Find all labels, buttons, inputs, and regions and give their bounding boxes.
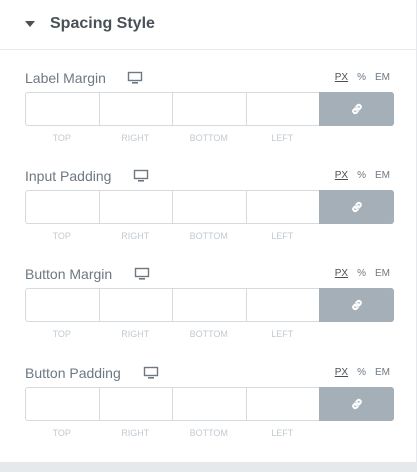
label-top: TOP: [52, 133, 71, 143]
top-input[interactable]: [25, 190, 99, 224]
label-right: RIGHT: [121, 329, 150, 339]
dimensions-inputs: [25, 92, 394, 126]
link-values-button[interactable]: [319, 190, 394, 224]
right-input[interactable]: [98, 190, 172, 224]
top-input[interactable]: [25, 288, 99, 322]
top-input[interactable]: [25, 92, 99, 126]
link-values-button[interactable]: [319, 92, 394, 126]
link-icon: [351, 103, 362, 115]
spacing-style-panel: Spacing Style Label Margin PX % EM TOP R…: [0, 0, 417, 462]
desktop-icon[interactable]: [133, 169, 149, 183]
control-label-margin: Label Margin PX % EM TOP RIGHT BOTTOM LE…: [0, 70, 416, 160]
dimension-labels: TOP RIGHT BOTTOM LEFT: [25, 133, 319, 143]
unit-switcher: PX % EM: [335, 72, 390, 84]
section-header[interactable]: Spacing Style: [0, 0, 416, 50]
unit-px[interactable]: PX: [335, 72, 348, 84]
left-input[interactable]: [245, 288, 319, 322]
bottom-input[interactable]: [172, 387, 246, 421]
unit-percent[interactable]: %: [357, 268, 366, 280]
link-values-button[interactable]: [319, 288, 394, 322]
control-input-padding: Input Padding PX % EM TOP RIGHT BOTTOM L…: [0, 168, 416, 258]
unit-em[interactable]: EM: [375, 367, 390, 379]
desktop-icon[interactable]: [127, 71, 143, 85]
dimension-labels: TOP RIGHT BOTTOM LEFT: [25, 329, 319, 339]
control-button-padding: Button Padding PX % EM TOP RIGHT BOTTOM …: [0, 365, 416, 455]
label-left: LEFT: [271, 329, 294, 339]
bottom-input[interactable]: [172, 92, 246, 126]
desktop-icon[interactable]: [143, 366, 159, 380]
label-top: TOP: [52, 428, 71, 438]
caret-down-icon[interactable]: [25, 21, 35, 27]
label-left: LEFT: [271, 133, 294, 143]
left-input[interactable]: [245, 387, 319, 421]
link-icon: [351, 201, 362, 213]
label-right: RIGHT: [121, 133, 150, 143]
dimensions-inputs: [25, 387, 394, 421]
label-bottom: BOTTOM: [189, 231, 228, 241]
label-top: TOP: [52, 231, 71, 241]
next-section-divider: [0, 462, 417, 472]
label-right: RIGHT: [121, 231, 150, 241]
label-right: RIGHT: [121, 428, 150, 438]
unit-switcher: PX % EM: [335, 170, 390, 182]
unit-percent[interactable]: %: [357, 367, 366, 379]
desktop-icon[interactable]: [134, 267, 150, 281]
unit-switcher: PX % EM: [335, 367, 390, 379]
right-input[interactable]: [98, 387, 172, 421]
control-label: Label Margin: [25, 70, 106, 86]
dimension-labels: TOP RIGHT BOTTOM LEFT: [25, 428, 319, 438]
link-icon: [351, 398, 362, 410]
left-input[interactable]: [245, 190, 319, 224]
unit-em[interactable]: EM: [375, 170, 390, 182]
unit-percent[interactable]: %: [357, 170, 366, 182]
bottom-input[interactable]: [172, 288, 246, 322]
unit-em[interactable]: EM: [375, 72, 390, 84]
right-input[interactable]: [98, 288, 172, 322]
label-bottom: BOTTOM: [189, 428, 228, 438]
unit-em[interactable]: EM: [375, 268, 390, 280]
top-input[interactable]: [25, 387, 99, 421]
label-left: LEFT: [271, 231, 294, 241]
label-bottom: BOTTOM: [189, 133, 228, 143]
link-values-button[interactable]: [319, 387, 394, 421]
bottom-input[interactable]: [172, 190, 246, 224]
unit-px[interactable]: PX: [335, 367, 348, 379]
left-input[interactable]: [245, 92, 319, 126]
unit-px[interactable]: PX: [335, 268, 348, 280]
control-button-margin: Button Margin PX % EM TOP RIGHT BOTTOM L…: [0, 266, 416, 356]
control-label: Input Padding: [25, 168, 112, 184]
right-input[interactable]: [98, 92, 172, 126]
label-left: LEFT: [271, 428, 294, 438]
unit-px[interactable]: PX: [335, 170, 348, 182]
label-top: TOP: [52, 329, 71, 339]
control-label: Button Padding: [25, 365, 121, 381]
link-icon: [351, 299, 362, 311]
dimension-labels: TOP RIGHT BOTTOM LEFT: [25, 231, 319, 241]
dimensions-inputs: [25, 190, 394, 224]
control-label: Button Margin: [25, 266, 113, 282]
dimensions-inputs: [25, 288, 394, 322]
section-title: Spacing Style: [50, 15, 155, 32]
unit-switcher: PX % EM: [335, 268, 390, 280]
label-bottom: BOTTOM: [189, 329, 228, 339]
unit-percent[interactable]: %: [357, 72, 366, 84]
